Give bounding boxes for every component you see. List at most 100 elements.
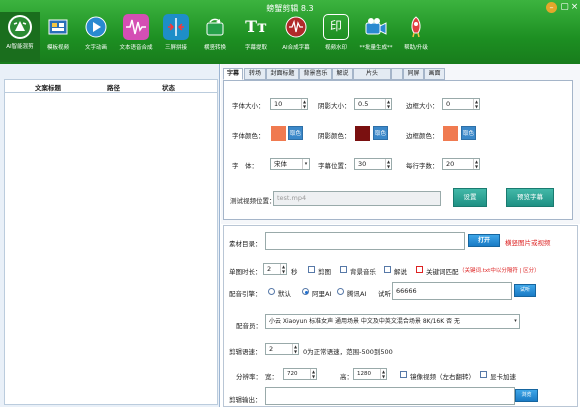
font-color-button[interactable]: 取色 (288, 126, 303, 140)
settings-button[interactable]: 设置 (453, 188, 487, 207)
tab-subtitle[interactable]: 字幕 (223, 68, 243, 80)
font-select[interactable]: 宋体 ▾ (270, 158, 310, 170)
shadow-color-button[interactable]: 取色 (373, 126, 388, 140)
clip-duration-input[interactable]: 2 ▲ ▼ (263, 263, 287, 275)
height-label: 高： (340, 373, 353, 381)
tool-batch-generate[interactable]: **批量生成** (356, 14, 396, 62)
engine-tencent-label: 腾讯AI (347, 290, 367, 298)
spin-arrows[interactable]: ▲ ▼ (301, 99, 307, 109)
play-button[interactable]: 试听 (514, 284, 536, 297)
smart-mix-icon (8, 15, 32, 39)
speed-label: 剪辑语速： (229, 348, 262, 356)
browse-button[interactable]: 浏览 (515, 389, 538, 402)
font-size-input[interactable]: 10 ▲ ▼ (270, 98, 308, 110)
chevron-down-icon[interactable]: ▾ (302, 159, 309, 169)
spin-arrows[interactable]: ▲ ▼ (473, 159, 479, 169)
settings-area: 字幕 转场 封面标题 背景音乐 解说 片头 同屏 画面 字体大小： 10 ▲ ▼ 阴… (221, 64, 580, 224)
voice-value: 小云 Xiaoyun 标准女声 通用场景 中文及中英文混合场景 8K/16K 否… (269, 318, 460, 325)
rocket-icon (403, 14, 429, 40)
keyword-checkbox[interactable] (416, 266, 423, 273)
font-label: 字 体： (232, 162, 258, 170)
engine-default-label: 默认 (278, 290, 291, 298)
position-input[interactable]: 30 ▲ ▼ (354, 158, 392, 170)
height-input[interactable]: 1280 ▲ ▼ (353, 368, 387, 380)
engine-default-radio[interactable] (268, 288, 275, 295)
tool-help-upgrade[interactable]: 帮助/升级 (396, 14, 436, 62)
tab-frame[interactable]: 画面 (424, 68, 445, 80)
file-table-header: 文案标题 路径 状态 (4, 79, 218, 93)
spin-arrows[interactable]: ▲ ▼ (473, 99, 479, 109)
crop-checkbox[interactable] (308, 266, 315, 273)
keyword-hint: （关键词.txt中以分隔符 | 区分） (459, 268, 540, 274)
mirror-checkbox[interactable] (400, 371, 407, 378)
border-color-swatch (443, 126, 458, 141)
voice-select[interactable]: 小云 Xiaoyun 标准女声 通用场景 中文及中英文混合场景 8K/16K 否… (265, 314, 520, 329)
tab-transition[interactable]: 转场 (244, 68, 266, 80)
voice-label: 配音员： (236, 322, 262, 330)
material-label: 素材目录： (229, 240, 262, 248)
rotate-icon (202, 14, 228, 40)
tool-ai-subtitle[interactable]: AI合成字幕 (276, 14, 316, 62)
col-title[interactable]: 文案标题 (35, 82, 61, 92)
spin-arrows[interactable]: ▲ ▼ (310, 369, 316, 379)
tab-bgm[interactable]: 背景音乐 (299, 68, 332, 80)
bgm-checkbox[interactable] (340, 266, 347, 273)
chevron-down-icon[interactable]: ▾ (512, 315, 519, 328)
camera-icon (363, 14, 389, 40)
narration-label: 解说 (394, 268, 407, 276)
tool-tts[interactable]: 文本语音合成 (116, 14, 156, 62)
keyword-label: 关键词匹配 (426, 268, 459, 276)
engine-tencent-radio[interactable] (337, 288, 344, 295)
tool-orientation-convert[interactable]: 横竖转换 (195, 14, 235, 62)
material-path-input[interactable] (265, 232, 465, 250)
engine-ali-radio[interactable] (302, 288, 309, 295)
split-screen-icon (163, 14, 189, 40)
tab-same-screen[interactable]: 同屏 (403, 68, 424, 80)
speed-input[interactable]: 2 ▲ ▼ (265, 343, 299, 355)
text-icon: Tт (245, 17, 267, 36)
col-status[interactable]: 状态 (162, 82, 175, 92)
tool-template-video[interactable]: 模板视频 (38, 14, 78, 62)
minimize-button[interactable]: – (546, 2, 557, 13)
preview-subtitle-button[interactable]: 预览字幕 (506, 188, 554, 207)
tool-ai-smart-mix[interactable]: AI智能混剪 (0, 12, 40, 62)
spin-arrows[interactable]: ▲ ▼ (292, 344, 298, 354)
gpu-checkbox[interactable] (480, 371, 487, 378)
bgm-label: 背景音乐 (350, 268, 376, 276)
col-path[interactable]: 路径 (107, 82, 120, 92)
border-color-label: 边框颜色： (406, 132, 439, 140)
listen-text-input[interactable]: 66666 (392, 282, 512, 300)
font-size-value: 10 (274, 100, 283, 108)
tab-cover-title[interactable]: 封面标题 (266, 68, 299, 80)
open-button[interactable]: 打开 (468, 234, 500, 247)
border-size-input[interactable]: 0 ▲ ▼ (442, 98, 480, 110)
clip-duration-label: 单图时长： (229, 268, 262, 276)
output-label: 剪辑输出： (229, 396, 262, 404)
render-panel: 素材目录： 打开 横竖图片或视频 单图时长： 2 ▲ ▼ 秒 剪图 背景音乐 解说 … (223, 225, 578, 407)
narration-checkbox[interactable] (384, 266, 391, 273)
tab-narration[interactable]: 解说 (332, 68, 353, 80)
tab-intro[interactable]: 片头 (353, 68, 391, 80)
close-button[interactable]: × (569, 2, 580, 13)
test-video-input[interactable]: test.mp4 (273, 191, 441, 206)
output-path-input[interactable] (265, 387, 515, 405)
width-value: 720 (287, 371, 298, 377)
tool-subtitle-extract[interactable]: Tт 字幕提取 (236, 14, 276, 62)
shadow-size-value: 0.5 (358, 100, 369, 108)
border-color-button[interactable]: 取色 (461, 126, 476, 140)
file-table-body[interactable] (4, 93, 218, 405)
tool-triple-screen[interactable]: 三屏拼接 (156, 14, 196, 62)
shadow-size-input[interactable]: 0.5 ▲ ▼ (354, 98, 392, 110)
width-input[interactable]: 720 ▲ ▼ (283, 368, 317, 380)
spin-arrows[interactable]: ▲ ▼ (385, 159, 391, 169)
tool-text-animation[interactable]: 文字动画 (76, 14, 116, 62)
engine-ali-label: 阿里AI (312, 290, 332, 298)
spin-arrows[interactable]: ▲ ▼ (385, 99, 391, 109)
shadow-color-swatch (355, 126, 370, 141)
gpu-label: 显卡加速 (490, 373, 516, 381)
spin-arrows[interactable]: ▲ ▼ (380, 369, 386, 379)
tab-blank[interactable] (391, 68, 403, 80)
tool-watermark[interactable]: 印 视频水印 (316, 14, 356, 62)
per-line-input[interactable]: 20 ▲ ▼ (442, 158, 480, 170)
spin-arrows[interactable]: ▲ ▼ (280, 264, 286, 274)
